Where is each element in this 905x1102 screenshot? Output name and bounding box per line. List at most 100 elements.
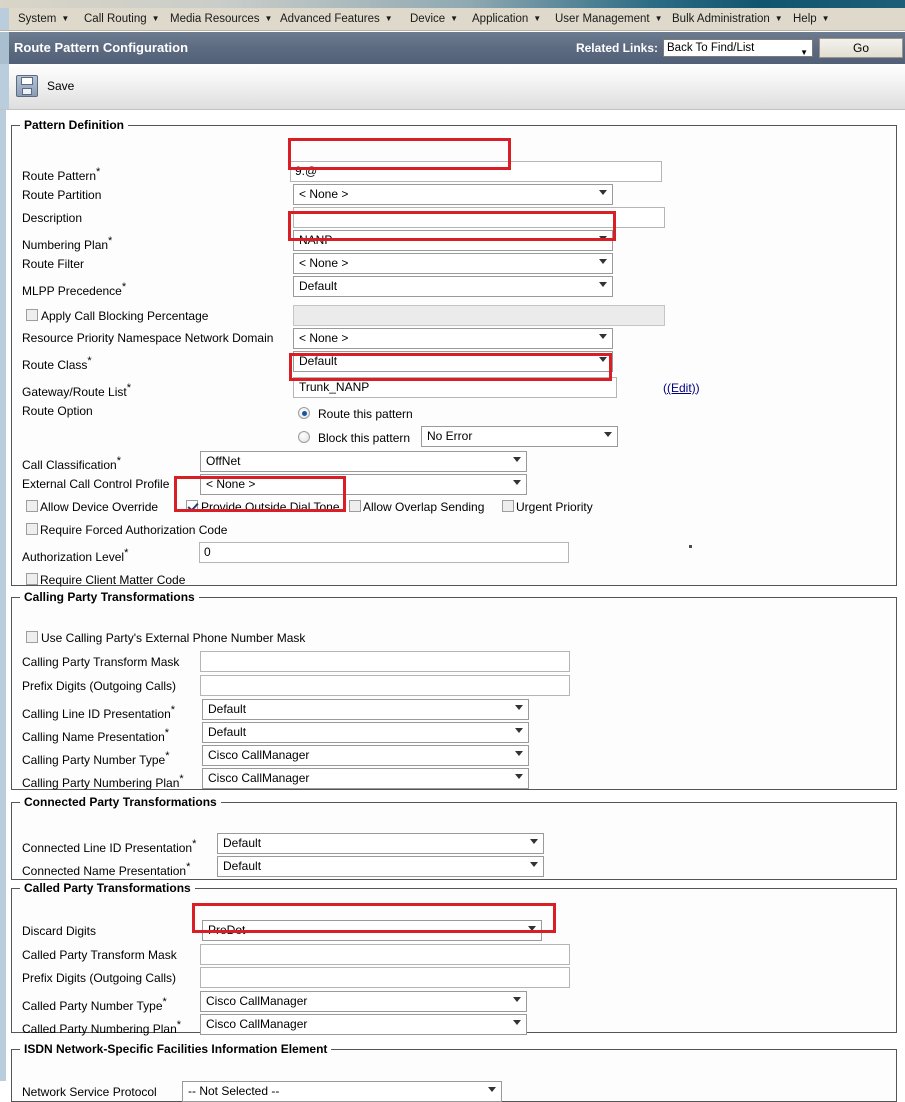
section-pattern-definition: Pattern Definition Route Pattern* 9.@ Ro…	[11, 118, 897, 587]
label-calling-party-number-type: Calling Party Number Type*	[22, 750, 170, 767]
related-links-label: Related Links:	[575, 41, 658, 55]
allow-overlap-sending-checkbox[interactable]	[349, 500, 361, 512]
called-party-transform-mask-input[interactable]	[200, 944, 570, 965]
chevron-down-icon: ▼	[654, 14, 663, 23]
calling-line-id-presentation-value: Default	[208, 702, 247, 716]
chevron-down-icon	[515, 751, 523, 756]
menu-item-media-resources[interactable]: Media Resources ▼	[166, 8, 276, 30]
label-route-this-pattern: Route this pattern	[318, 407, 413, 421]
section-legend: Called Party Transformations	[24, 881, 191, 895]
numbering-plan-value: NANP	[299, 233, 333, 247]
chevron-down-icon: ▼	[61, 14, 70, 23]
label-urgent-priority: Urgent Priority	[516, 500, 593, 514]
label-require-forced-authorization-code: Require Forced Authorization Code	[40, 523, 228, 537]
label-calling-line-id-presentation: Calling Line ID Presentation*	[22, 704, 176, 721]
chevron-down-icon	[599, 357, 607, 362]
title-bar-left-rail	[0, 32, 9, 64]
section-legend: Calling Party Transformations	[24, 590, 195, 604]
route-class-select[interactable]: Default	[293, 351, 613, 372]
menu-item-system[interactable]: System ▼	[14, 8, 73, 30]
block-this-pattern-radio[interactable]	[298, 431, 310, 443]
label-mlpp-precedence: MLPP Precedence*	[22, 281, 127, 298]
calling-line-id-presentation-select[interactable]: Default	[202, 699, 529, 720]
label-called-party-transform-mask: Called Party Transform Mask	[22, 948, 177, 962]
save-button[interactable]: Save	[16, 73, 74, 99]
discard-digits-select[interactable]: PreDot	[202, 920, 542, 941]
menu-item-call-routing[interactable]: Call Routing ▼	[80, 8, 164, 30]
menu-item-label: Bulk Administration	[672, 13, 770, 25]
allow-device-override-checkbox[interactable]	[26, 500, 38, 512]
label-allow-device-override: Allow Device Override	[40, 500, 159, 514]
related-links-select[interactable]: Back To Find/List ▼	[663, 39, 813, 57]
call-classification-select[interactable]: OffNet	[200, 451, 527, 472]
resource-priority-namespace-network-domain-select[interactable]: < None >	[293, 328, 613, 349]
connected-name-presentation-select[interactable]: Default	[217, 856, 544, 877]
menu-item-advanced-features[interactable]: Advanced Features ▼	[276, 8, 397, 30]
rpnnd-value: < None >	[299, 331, 349, 345]
route-pattern-input[interactable]: 9.@	[290, 161, 662, 182]
floppy-disk-icon	[16, 75, 38, 97]
action-toolbar: Save	[0, 64, 905, 110]
require-forced-authorization-code-checkbox[interactable]	[26, 523, 38, 535]
required-asterisk: *	[126, 382, 131, 394]
gateway-route-list-edit-link[interactable]: ((Edit))	[663, 381, 700, 395]
route-this-pattern-radio[interactable]	[298, 407, 310, 419]
called-party-numbering-plan-value: Cisco CallManager	[206, 1017, 308, 1031]
apply-call-blocking-percentage-checkbox[interactable]	[26, 309, 38, 321]
require-client-matter-code-checkbox[interactable]	[26, 573, 38, 585]
calling-prefix-digits-input[interactable]	[200, 675, 570, 696]
chevron-down-icon	[488, 1087, 496, 1092]
chevron-down-icon	[604, 432, 612, 437]
route-partition-select[interactable]: < None >	[293, 184, 613, 205]
menu-item-user-management[interactable]: User Management ▼	[551, 8, 667, 30]
label-description: Description	[22, 211, 83, 225]
called-party-number-type-select[interactable]: Cisco CallManager	[200, 991, 527, 1012]
menu-item-application[interactable]: Application ▼	[468, 8, 545, 30]
call-blocking-percentage-input[interactable]	[293, 305, 665, 326]
section-legend: ISDN Network-Specific Facilities Informa…	[24, 1042, 328, 1056]
chevron-down-icon: ▼	[821, 14, 830, 23]
label-called-party-numbering-plan: Called Party Numbering Plan*	[22, 1019, 182, 1036]
calling-name-presentation-select[interactable]: Default	[202, 722, 529, 743]
label-gateway-route-list: Gateway/Route List*	[22, 382, 131, 399]
chevron-down-icon	[515, 774, 523, 779]
network-service-protocol-select[interactable]: -- Not Selected --	[182, 1081, 502, 1102]
required-asterisk: *	[192, 838, 197, 850]
chevron-down-icon	[599, 282, 607, 287]
called-prefix-digits-input[interactable]	[200, 967, 570, 988]
menu-item-device[interactable]: Device ▼	[406, 8, 462, 30]
description-input[interactable]	[293, 207, 665, 228]
called-party-numbering-plan-select[interactable]: Cisco CallManager	[200, 1014, 527, 1035]
gateway-route-list-select[interactable]: Trunk_NANP	[293, 377, 617, 398]
route-class-value: Default	[299, 354, 338, 368]
urgent-priority-checkbox[interactable]	[502, 500, 514, 512]
route-filter-select[interactable]: < None >	[293, 253, 613, 274]
use-calling-party-external-mask-checkbox[interactable]	[26, 631, 38, 643]
menu-item-bulk-administration[interactable]: Bulk Administration ▼	[668, 8, 787, 30]
numbering-plan-select[interactable]: NANP	[293, 230, 613, 251]
authorization-level-input[interactable]: 0	[199, 542, 569, 563]
label-route-partition: Route Partition	[22, 188, 102, 202]
page-title: Route Pattern Configuration	[14, 40, 189, 55]
menu-item-label: Media Resources	[170, 13, 260, 25]
menu-item-help[interactable]: Help ▼	[789, 8, 834, 30]
required-asterisk: *	[108, 235, 113, 247]
provide-outside-dial-tone-checkbox[interactable]	[186, 500, 198, 512]
called-party-number-type-value: Cisco CallManager	[206, 994, 308, 1008]
calling-party-transform-mask-input[interactable]	[200, 651, 570, 672]
chevron-down-icon	[599, 236, 607, 241]
calling-party-numbering-plan-select[interactable]: Cisco CallManager	[202, 768, 529, 789]
label-block-this-pattern: Block this pattern	[318, 431, 411, 445]
block-error-select[interactable]: No Error	[421, 426, 618, 447]
mlpp-precedence-select[interactable]: Default	[293, 276, 613, 297]
label-provide-outside-dial-tone: Provide Outside Dial Tone	[201, 500, 340, 514]
go-button[interactable]: Go	[819, 38, 903, 58]
label-called-prefix-digits: Prefix Digits (Outgoing Calls)	[22, 971, 177, 985]
calling-party-number-type-select[interactable]: Cisco CallManager	[202, 745, 529, 766]
chevron-down-icon	[528, 926, 536, 931]
connected-line-id-presentation-select[interactable]: Default	[217, 833, 544, 854]
stray-dot-artifact	[689, 545, 692, 548]
discard-digits-value: PreDot	[208, 923, 246, 937]
external-call-control-profile-select[interactable]: < None >	[200, 474, 527, 495]
external-call-control-value: < None >	[206, 477, 256, 491]
